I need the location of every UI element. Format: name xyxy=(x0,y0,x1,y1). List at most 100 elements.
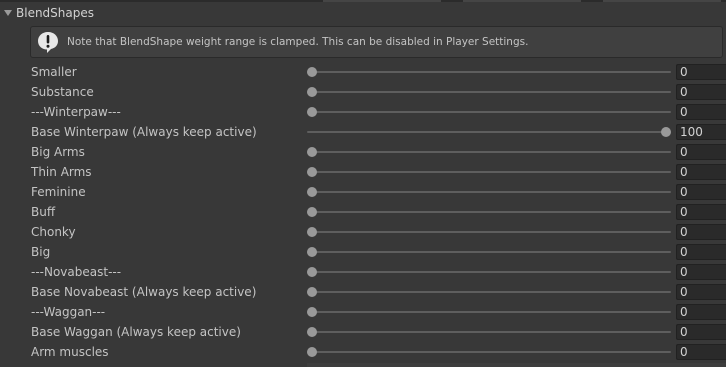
section-title: BlendShapes xyxy=(16,6,94,20)
blendshape-slider[interactable] xyxy=(307,62,671,82)
slider-thumb[interactable] xyxy=(661,127,671,137)
slider-track[interactable] xyxy=(307,311,671,313)
blendshape-label: Smaller xyxy=(31,65,77,79)
blendshape-slider[interactable] xyxy=(307,262,671,282)
slider-track[interactable] xyxy=(307,111,671,113)
slider-track[interactable] xyxy=(307,251,671,253)
blendshape-label: ---Winterpaw--- xyxy=(31,105,121,119)
blendshape-value-field[interactable]: 0 xyxy=(676,204,726,220)
slider-track[interactable] xyxy=(307,271,671,273)
blendshape-row: Substance 0 xyxy=(0,82,726,102)
blendshape-value-field[interactable]: 0 xyxy=(676,84,726,100)
slider-thumb[interactable] xyxy=(307,167,317,177)
slider-thumb[interactable] xyxy=(307,307,317,317)
slider-thumb[interactable] xyxy=(307,247,317,257)
blendshape-value-field[interactable]: 0 xyxy=(676,344,726,360)
blendshape-label: Arm muscles xyxy=(31,345,109,359)
slider-track[interactable] xyxy=(307,211,671,213)
blendshape-row: Big 0 xyxy=(0,242,726,262)
slider-track[interactable] xyxy=(307,351,671,353)
slider-thumb[interactable] xyxy=(307,67,317,77)
blendshape-slider[interactable] xyxy=(307,322,671,342)
blendshape-slider[interactable] xyxy=(307,282,671,302)
blendshape-label: ---Novabeast--- xyxy=(31,265,122,279)
blendshape-row: Smaller 0 xyxy=(0,62,726,82)
info-exclamation-icon xyxy=(36,30,60,54)
blendshape-label: Buff xyxy=(31,205,56,219)
blendshape-slider[interactable] xyxy=(307,162,671,182)
slider-thumb[interactable] xyxy=(307,287,317,297)
blendshapes-foldout[interactable]: BlendShapes xyxy=(0,3,726,23)
slider-thumb[interactable] xyxy=(307,227,317,237)
blendshape-row: ---Waggan--- 0 xyxy=(0,302,726,322)
slider-thumb[interactable] xyxy=(307,107,317,117)
blendshape-label: ---Waggan--- xyxy=(31,305,106,319)
blendshape-value-field[interactable]: 0 xyxy=(676,64,726,80)
blendshape-label: Substance xyxy=(31,85,94,99)
blendshape-list: Smaller 0 Substance 0 ---Winterpaw--- 0 Base W… xyxy=(0,62,726,362)
blendshape-slider[interactable] xyxy=(307,222,671,242)
blendshape-slider[interactable] xyxy=(307,242,671,262)
blendshape-slider[interactable] xyxy=(307,122,671,142)
slider-track[interactable] xyxy=(307,331,671,333)
blendshape-row: Thin Arms 0 xyxy=(0,162,726,182)
help-message: Note that BlendShape weight range is cla… xyxy=(67,36,529,48)
blendshape-slider[interactable] xyxy=(307,102,671,122)
blendshape-label: Big xyxy=(31,245,51,259)
blendshape-value-field[interactable]: 0 xyxy=(676,164,726,180)
slider-track[interactable] xyxy=(307,131,671,133)
blendshape-slider[interactable] xyxy=(307,182,671,202)
slider-thumb[interactable] xyxy=(307,327,317,337)
blendshape-label: Base Winterpaw (Always keep active) xyxy=(31,125,257,139)
blendshape-slider[interactable] xyxy=(307,82,671,102)
blendshape-row: Base Waggan (Always keep active) 0 xyxy=(0,322,726,342)
slider-track[interactable] xyxy=(307,291,671,293)
slider-thumb[interactable] xyxy=(307,147,317,157)
blendshape-value-field[interactable]: 0 xyxy=(676,184,726,200)
blendshape-row: Buff 0 xyxy=(0,202,726,222)
help-box: Note that BlendShape weight range is cla… xyxy=(30,26,723,58)
blendshape-value-field[interactable]: 0 xyxy=(676,224,726,240)
blendshape-value-field[interactable]: 0 xyxy=(676,144,726,160)
blendshape-label: Thin Arms xyxy=(31,165,92,179)
blendshape-label: Base Waggan (Always keep active) xyxy=(31,325,241,339)
blendshape-slider[interactable] xyxy=(307,302,671,322)
slider-track[interactable] xyxy=(307,91,671,93)
slider-thumb[interactable] xyxy=(307,267,317,277)
blendshape-row: ---Novabeast--- 0 xyxy=(0,262,726,282)
blendshape-label: Big Arms xyxy=(31,145,85,159)
slider-thumb[interactable] xyxy=(307,207,317,217)
blendshape-row: Arm muscles 0 xyxy=(0,342,726,362)
inspector-panel: BlendShapes Note that BlendShape weight … xyxy=(0,0,726,367)
slider-thumb[interactable] xyxy=(307,347,317,357)
blendshape-slider[interactable] xyxy=(307,142,671,162)
slider-thumb[interactable] xyxy=(307,187,317,197)
blendshape-row: Chonky 0 xyxy=(0,222,726,242)
blendshape-value-field[interactable]: 0 xyxy=(676,304,726,320)
blendshape-row: Feminine 0 xyxy=(0,182,726,202)
blendshape-slider[interactable] xyxy=(307,202,671,222)
blendshape-value-field[interactable]: 0 xyxy=(676,244,726,260)
blendshape-value-field[interactable]: 100 xyxy=(676,124,726,140)
blendshape-row: ---Winterpaw--- 0 xyxy=(0,102,726,122)
blendshape-value-field[interactable]: 0 xyxy=(676,264,726,280)
slider-track[interactable] xyxy=(307,171,671,173)
blendshape-value-field[interactable]: 0 xyxy=(676,324,726,340)
slider-track[interactable] xyxy=(307,231,671,233)
slider-track[interactable] xyxy=(307,151,671,153)
slider-track[interactable] xyxy=(307,191,671,193)
slider-track[interactable] xyxy=(307,71,671,73)
blendshape-value-field[interactable]: 0 xyxy=(676,104,726,120)
blendshape-label: Base Novabeast (Always keep active) xyxy=(31,285,257,299)
chevron-down-icon[interactable] xyxy=(4,10,12,16)
blendshape-label: Feminine xyxy=(31,185,86,199)
top-divider xyxy=(0,0,726,2)
blendshape-row: Base Winterpaw (Always keep active) 100 xyxy=(0,122,726,142)
blendshape-label: Chonky xyxy=(31,225,76,239)
scroll-edge xyxy=(307,363,726,367)
blendshape-row: Big Arms 0 xyxy=(0,142,726,162)
blendshape-row: Base Novabeast (Always keep active) 0 xyxy=(0,282,726,302)
slider-thumb[interactable] xyxy=(307,87,317,97)
blendshape-slider[interactable] xyxy=(307,342,671,362)
blendshape-value-field[interactable]: 0 xyxy=(676,284,726,300)
